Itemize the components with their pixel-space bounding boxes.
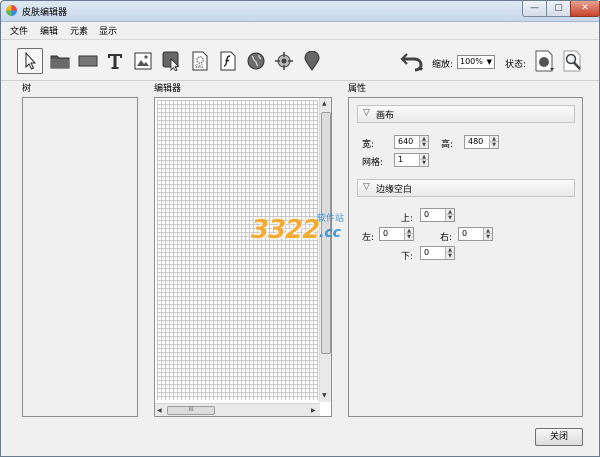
watermark: 3322 软件站 .cc — [251, 209, 361, 251]
undo-icon — [400, 53, 423, 72]
spin-down-icon[interactable]: ▼ — [405, 234, 413, 240]
margin-right-value: 0 — [462, 229, 468, 238]
image-icon — [134, 52, 152, 70]
spin-down-icon[interactable]: ▼ — [420, 160, 428, 166]
grid-label: 网格: — [362, 158, 384, 168]
menu-bar: 文件 编辑 元素 显示 — [1, 22, 599, 38]
flash-tool[interactable] — [215, 48, 241, 74]
flash-icon — [220, 51, 236, 71]
height-spinbox[interactable]: 480 ▲ ▼ — [464, 135, 499, 149]
watermark-number: 3322 — [251, 215, 320, 245]
magnifier-icon — [563, 50, 581, 72]
menu-view[interactable]: 显示 — [99, 24, 117, 37]
window-title: 皮肤编辑器 — [22, 8, 68, 18]
title-bar: 皮肤编辑器 — ▢ ✕ — [1, 1, 600, 22]
margin-left-label: 左: — [362, 233, 375, 243]
crosshair-icon — [275, 52, 293, 70]
margin-bottom-value: 0 — [424, 248, 430, 257]
canvas-section-title: 画布 — [376, 111, 395, 121]
web-tool[interactable] — [243, 48, 269, 74]
spin-down-icon[interactable]: ▼ — [446, 215, 454, 221]
tree-panel-title: 树 — [22, 84, 32, 94]
width-spinbox[interactable]: 640 ▲ ▼ — [394, 135, 429, 149]
folder-tool[interactable] — [47, 48, 73, 74]
canvas-section-header[interactable]: ▽ 画布 — [357, 105, 575, 123]
close-window-button[interactable]: ✕ — [570, 1, 600, 17]
toolbar: SVG 缩放: 100% ▼ 状态: — [1, 39, 599, 81]
map-pin-icon — [304, 51, 320, 71]
state-dot-icon — [535, 50, 554, 72]
state-button[interactable] — [532, 48, 558, 74]
svg-tool[interactable]: SVG — [187, 48, 213, 74]
margin-bottom-spinbox[interactable]: 0 ▲ ▼ — [420, 246, 455, 260]
margin-left-spinbox[interactable]: 0 ▲ ▼ — [379, 227, 414, 241]
margin-section-title: 边缘空白 — [376, 185, 413, 195]
svg-file-icon: SVG — [192, 51, 208, 71]
app-window: 皮肤编辑器 — ▢ ✕ 文件 编辑 元素 显示 SVG 缩放: 100% ▼ 状… — [0, 0, 600, 457]
marker-tool[interactable] — [299, 48, 325, 74]
scroll-right-icon[interactable]: ▶ — [311, 407, 316, 414]
spin-down-icon[interactable]: ▼ — [420, 142, 428, 148]
collapse-triangle-icon: ▽ — [363, 182, 370, 192]
maximize-button[interactable]: ▢ — [546, 1, 571, 17]
button-tool[interactable] — [159, 48, 185, 74]
menu-element[interactable]: 元素 — [70, 24, 88, 37]
margin-top-value: 0 — [424, 210, 430, 219]
image-tool[interactable] — [130, 48, 156, 74]
scroll-up-icon[interactable]: ▲ — [322, 100, 327, 107]
tree-view[interactable] — [22, 97, 138, 417]
margin-right-label: 右: — [440, 233, 453, 243]
props-panel-title: 属性 — [348, 84, 367, 94]
pointer-tool[interactable] — [17, 48, 43, 74]
close-button[interactable]: 关闭 — [535, 428, 583, 446]
chevron-down-icon: ▼ — [486, 58, 492, 66]
margin-bottom-label: 下: — [401, 252, 414, 262]
minimize-button[interactable]: — — [522, 1, 547, 17]
spin-down-icon[interactable]: ▼ — [446, 253, 454, 259]
cursor-button-icon — [162, 51, 180, 71]
svg-text:SVG: SVG — [195, 64, 203, 69]
margin-top-label: 上: — [401, 214, 414, 224]
width-label: 宽: — [362, 140, 375, 150]
grid-spinbox[interactable]: 1 ▲ ▼ — [394, 153, 429, 167]
target-tool[interactable] — [271, 48, 297, 74]
scroll-left-icon[interactable]: ◀ — [157, 407, 162, 414]
rectangle-icon — [78, 55, 98, 67]
spin-down-icon[interactable]: ▼ — [484, 234, 492, 240]
collapse-triangle-icon: ▽ — [363, 108, 370, 118]
margin-right-spinbox[interactable]: 0 ▲ ▼ — [458, 227, 493, 241]
app-logo-icon — [6, 5, 17, 16]
menu-file[interactable]: 文件 — [10, 24, 28, 37]
search-button[interactable] — [560, 48, 586, 74]
height-value: 480 — [468, 137, 484, 146]
horizontal-scroll-thumb[interactable]: III — [167, 406, 215, 415]
margin-section-header[interactable]: ▽ 边缘空白 — [357, 179, 575, 197]
undo-button[interactable] — [399, 48, 425, 74]
properties-panel: ▽ 画布 宽: 640 ▲ ▼ 高: 480 ▲ ▼ 网格: 1 ▲ ▼ ▽ 边缘空白… — [348, 97, 583, 417]
margin-top-spinbox[interactable]: 0 ▲ ▼ — [420, 208, 455, 222]
editor-canvas[interactable]: ▲ ▼ ◀ III ▶ — [154, 97, 332, 417]
zoom-value: 100% — [460, 57, 483, 66]
globe-icon — [247, 52, 265, 70]
editor-panel-title: 编辑器 — [154, 84, 182, 94]
spin-down-icon[interactable]: ▼ — [490, 142, 498, 148]
zoom-select[interactable]: 100% ▼ — [457, 55, 495, 69]
width-value: 640 — [398, 137, 414, 146]
watermark-suffix: .cc — [319, 225, 341, 241]
margin-left-value: 0 — [383, 229, 389, 238]
scroll-down-icon[interactable]: ▼ — [322, 392, 327, 399]
text-icon — [108, 54, 122, 69]
state-label: 状态: — [505, 60, 527, 70]
zoom-label: 缩放: — [432, 60, 454, 70]
watermark-site: 软件站 — [317, 214, 345, 224]
height-label: 高: — [441, 140, 454, 150]
folder-icon — [50, 55, 70, 69]
text-tool[interactable] — [102, 48, 128, 74]
rectangle-tool[interactable] — [75, 48, 101, 74]
grid-value: 1 — [398, 155, 404, 164]
pointer-icon — [25, 52, 37, 70]
menu-edit[interactable]: 编辑 — [40, 24, 58, 37]
horizontal-scrollbar[interactable]: ◀ III ▶ — [155, 403, 320, 416]
